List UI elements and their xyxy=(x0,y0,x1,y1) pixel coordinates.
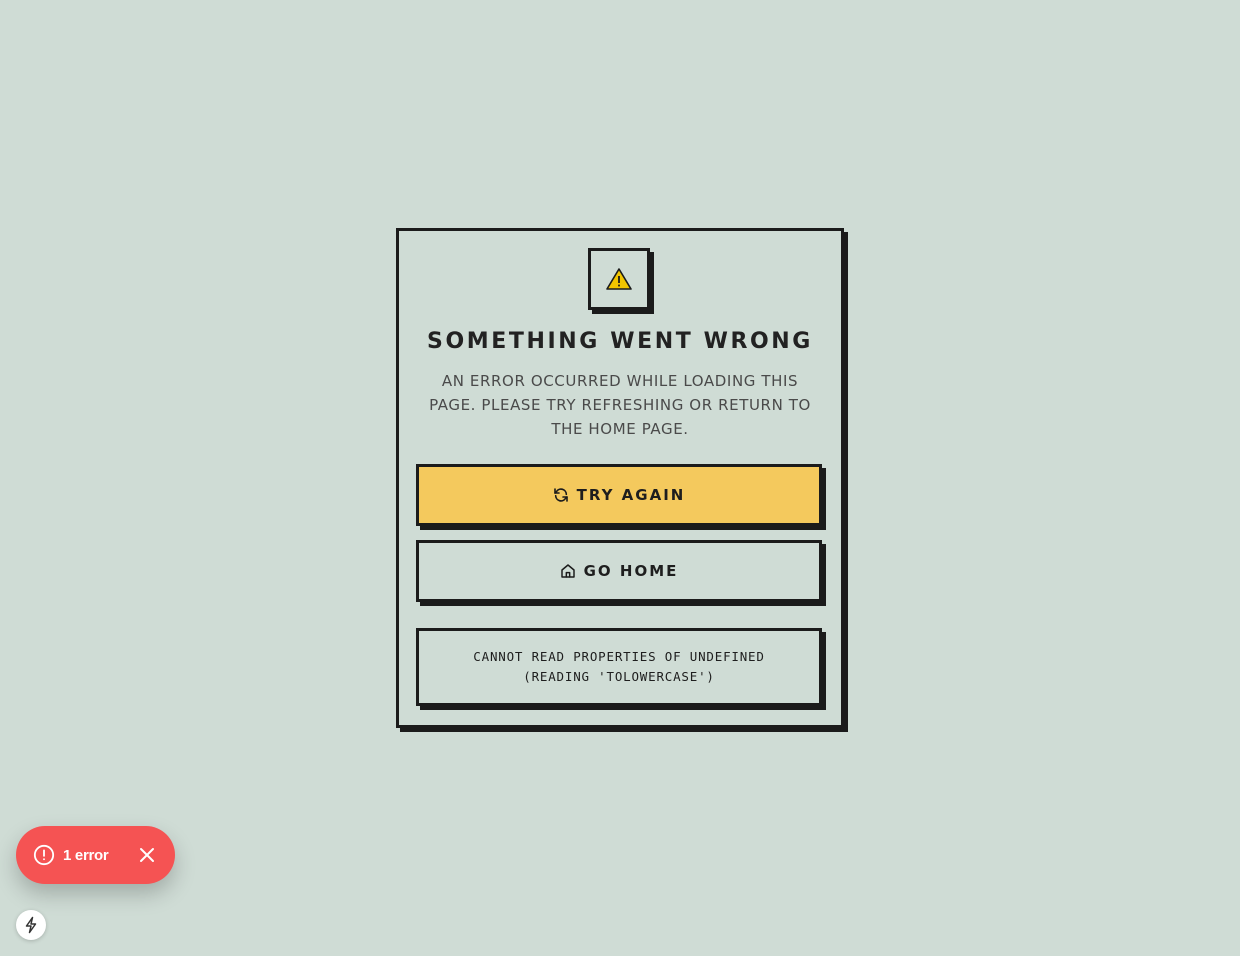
nextjs-dev-badge[interactable] xyxy=(16,910,46,940)
error-toast[interactable]: 1 error xyxy=(16,826,175,884)
error-card: SOMETHING WENT WRONG AN ERROR OCCURRED W… xyxy=(396,228,844,728)
alert-circle-icon xyxy=(33,844,55,866)
try-again-label: TRY AGAIN xyxy=(576,486,686,504)
lightning-icon xyxy=(25,916,37,934)
try-again-button[interactable]: TRY AGAIN xyxy=(416,464,822,526)
error-title: SOMETHING WENT WRONG xyxy=(427,329,813,354)
refresh-icon xyxy=(553,488,568,502)
warning-icon xyxy=(606,268,632,290)
error-message-box: CANNOT READ PROPERTIES OF UNDEFINED (REA… xyxy=(416,628,822,706)
warning-icon-box xyxy=(588,248,650,310)
close-icon[interactable] xyxy=(138,846,156,864)
error-count-label: 1 error xyxy=(63,846,109,864)
go-home-label: GO HOME xyxy=(583,562,679,580)
error-message: CANNOT READ PROPERTIES OF UNDEFINED (REA… xyxy=(473,649,765,684)
home-icon xyxy=(560,564,575,578)
error-description: AN ERROR OCCURRED WHILE LOADING THIS PAG… xyxy=(429,372,811,438)
go-home-button[interactable]: GO HOME xyxy=(416,540,822,602)
